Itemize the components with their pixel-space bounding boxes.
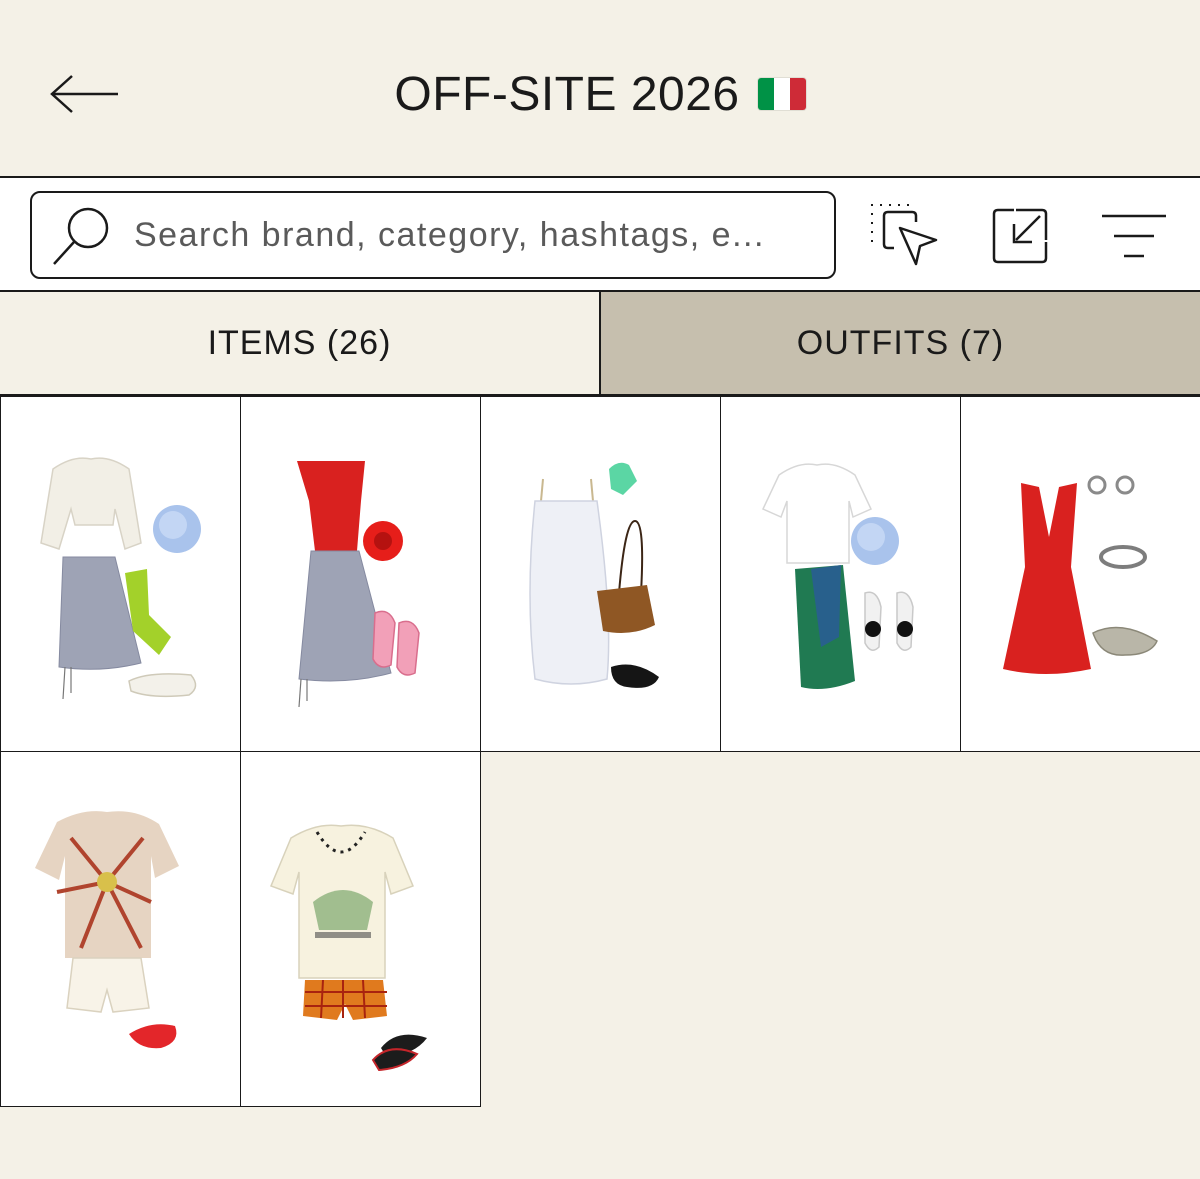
title-group: OFF-SITE 2026: [0, 62, 1200, 126]
toolbar: [0, 178, 1200, 292]
view-tabs: ITEMS (26) OUTFITS (7): [0, 292, 1200, 396]
outfit-red-midi-dress-icon: [1003, 475, 1158, 674]
outfit-card[interactable]: [0, 751, 241, 1107]
outfit-white-blouse-grey-skirt-icon: [40, 457, 201, 700]
search-box[interactable]: [30, 191, 836, 279]
resize-arrow-icon: [992, 208, 1048, 264]
outfit-white-slip-dress-brown-bag-icon: [529, 462, 659, 688]
page-header: OFF-SITE 2026: [0, 0, 1200, 178]
filter-lines-icon: [1102, 214, 1166, 258]
page-title: OFF-SITE 2026: [394, 67, 740, 121]
flag-stripe-green: [757, 78, 774, 110]
search-input[interactable]: [134, 215, 824, 255]
outfit-white-tee-green-skirt-icon: [761, 463, 914, 689]
select-mode-button[interactable]: [868, 200, 940, 272]
outfit-tie-dye-tee-lace-shorts-icon: [35, 811, 179, 1049]
outfit-card[interactable]: [720, 396, 961, 752]
select-cursor-icon: [871, 204, 938, 266]
outfit-card[interactable]: [0, 396, 241, 752]
outfit-card[interactable]: [960, 396, 1200, 752]
search-icon: [53, 207, 109, 265]
outfit-card[interactable]: [480, 396, 721, 752]
outfit-washington-tee-plaid-shorts-icon: [270, 824, 427, 1072]
tab-outfits[interactable]: OUTFITS (7): [601, 292, 1200, 394]
italy-flag-icon: [757, 78, 806, 110]
tab-items[interactable]: ITEMS (26): [0, 292, 601, 394]
filter-button[interactable]: [1098, 200, 1170, 272]
outfit-card[interactable]: [240, 396, 481, 752]
outfit-card[interactable]: [240, 751, 481, 1107]
flag-stripe-white: [773, 78, 790, 110]
resize-button[interactable]: [984, 200, 1056, 272]
flag-stripe-red: [789, 78, 806, 110]
outfit-red-top-grey-skirt-icon: [297, 461, 420, 708]
